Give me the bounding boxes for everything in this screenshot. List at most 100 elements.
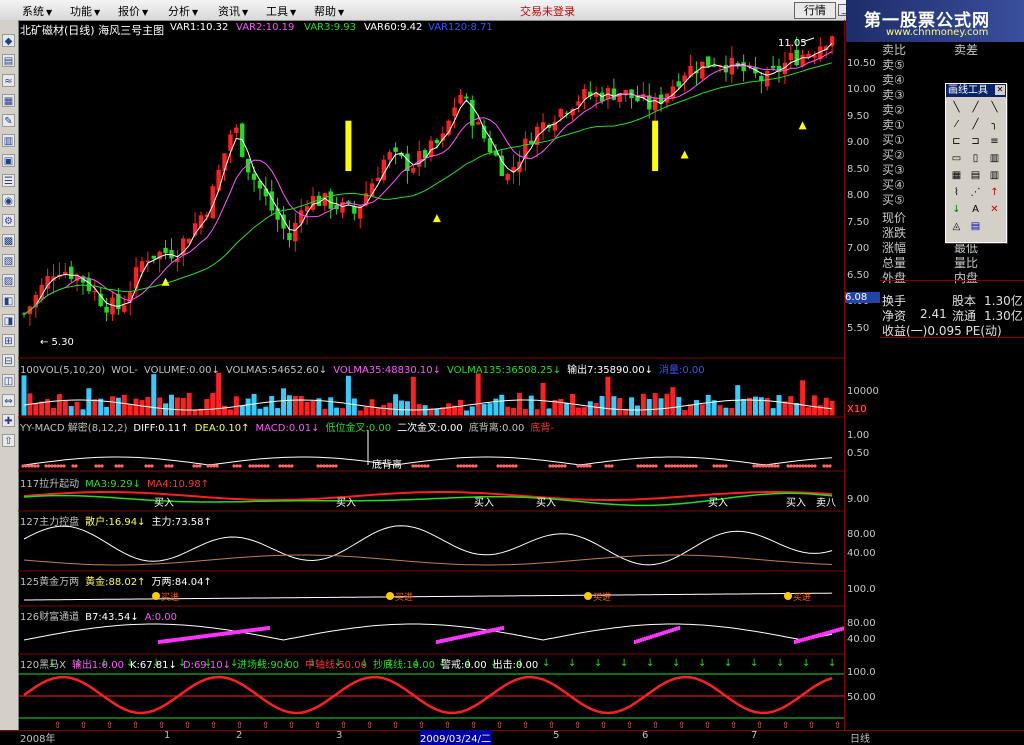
panel-value: B7:43.54↓ <box>85 612 139 623</box>
p7-up-arrow: ⇧ <box>496 721 504 730</box>
remove-icon[interactable]: ⊟ <box>2 354 15 367</box>
split-icon[interactable]: ◧ <box>2 294 15 307</box>
candle-body <box>676 81 681 87</box>
p6-mark <box>814 634 816 639</box>
pattern-icon[interactable]: ▩ <box>2 234 15 247</box>
down-arrow-tool-icon[interactable]: ↓ <box>948 202 965 218</box>
p6-mark <box>232 630 234 635</box>
quote-label: 买③ <box>882 163 905 177</box>
volume-bar <box>570 393 576 416</box>
shape-tool-icon[interactable]: ◬ <box>948 219 965 235</box>
volume-bar <box>575 407 581 416</box>
close-icon[interactable]: ✕ <box>995 85 1005 95</box>
hatch-icon[interactable]: ▨ <box>2 274 15 287</box>
menu-item-2[interactable]: 报价 ▼ <box>118 3 148 19</box>
chevron-down-icon: ▼ <box>338 8 345 17</box>
trend-tool-icon[interactable]: ╱ <box>967 117 984 133</box>
up-icon[interactable]: ⇧ <box>2 434 15 447</box>
target-icon[interactable]: ◉ <box>2 194 15 207</box>
move-icon[interactable]: ✚ <box>2 414 15 427</box>
macd-dot <box>636 464 640 468</box>
pencil-icon[interactable]: ✎ <box>2 114 15 127</box>
period-label[interactable]: 日线 <box>850 730 870 745</box>
rect-tool-icon[interactable]: ▭ <box>948 151 965 167</box>
line-icon[interactable]: ≈ <box>2 74 15 87</box>
delete-tool-icon[interactable]: ✕ <box>986 202 1003 218</box>
box-tool-icon[interactable]: ▯ <box>967 151 984 167</box>
menu-item-5[interactable]: 工具 ▼ <box>266 3 296 19</box>
list-tool-icon[interactable]: ▤ <box>967 219 984 235</box>
list-icon[interactable]: ▤ <box>2 54 15 67</box>
drawing-tools-window[interactable]: 画线工具 ✕ ╲ ╱ ╲ ⁄ ╱ ╮ ⊏ ⊐ ≡ ▭ ▯ ▥ ▦ ▤ ▥ ⌇ ⋰ ↑ ↓ A ✕ ◬ ▤ <box>945 83 1007 243</box>
segment-tool-icon[interactable]: ╲ <box>986 100 1003 116</box>
wave-tool-icon[interactable]: ⌇ <box>948 185 965 201</box>
gear-icon[interactable]: ⚙ <box>2 214 15 227</box>
p6-mark <box>266 626 268 631</box>
text-tool-icon[interactable]: A <box>967 202 984 218</box>
macd-dot <box>426 464 430 468</box>
channel-tool-icon[interactable]: ⊏ <box>948 134 965 150</box>
menu-item-0[interactable]: 系统 ▼ <box>22 3 52 19</box>
parallel-tool-icon[interactable]: ≡ <box>986 134 1003 150</box>
menu-item-6[interactable]: 帮助 ▼ <box>314 3 344 19</box>
indicator-tick: 40.00 <box>847 634 876 645</box>
p7-down-arrow: ↓ <box>620 658 628 669</box>
macd-dot <box>215 464 219 468</box>
panel-icon[interactable]: ◨ <box>2 314 15 327</box>
p6-mark <box>258 627 260 632</box>
macd-dot <box>604 464 608 468</box>
p6-mark <box>482 630 484 635</box>
grid-tool-icon[interactable]: ▦ <box>948 168 965 184</box>
candle-body <box>800 54 805 66</box>
stripe-icon[interactable]: ▧ <box>2 254 15 267</box>
volume-bar <box>475 373 481 416</box>
macd-dot <box>560 464 564 468</box>
up-arrow-tool-icon[interactable]: ↑ <box>986 185 1003 201</box>
macd-dot <box>465 464 469 468</box>
candle-body <box>411 167 416 173</box>
menu-item-1[interactable]: 功能 ▼ <box>70 3 100 19</box>
line-tool-icon[interactable]: ╲ <box>948 100 965 116</box>
swap-icon[interactable]: ⇔ <box>2 394 15 407</box>
panel-value: 出击:0.00 <box>492 660 539 671</box>
volume-bar <box>587 401 593 416</box>
volume-bar <box>652 393 658 416</box>
volume-bar <box>499 394 505 416</box>
fib-tool-icon[interactable]: ▥ <box>986 151 1003 167</box>
blank-tool[interactable] <box>986 219 1003 235</box>
slash-tool-icon[interactable]: ⁄ <box>948 117 965 133</box>
volume-bar <box>481 404 487 416</box>
box-icon[interactable]: ▣ <box>2 154 15 167</box>
volume-bar <box>540 382 546 416</box>
candle-body <box>505 173 510 181</box>
p6-mark <box>198 634 200 639</box>
p7-up-arrow: ⇧ <box>444 721 452 730</box>
macd-dot <box>810 464 814 468</box>
window-icon[interactable]: ◫ <box>2 374 15 387</box>
price-tick: 8.50 <box>847 163 870 175</box>
menu-item-3[interactable]: 分析 ▼ <box>168 3 198 19</box>
panel-value: YY-MACD 解密(8,12,2) <box>20 423 128 434</box>
gann-tool-icon[interactable]: ▤ <box>967 168 984 184</box>
candle-body <box>741 62 746 72</box>
macd-dot <box>610 464 614 468</box>
arc-tool-icon[interactable]: ╮ <box>986 117 1003 133</box>
quote-button[interactable]: 行情 <box>794 2 836 19</box>
p7-up-arrow: ⇧ <box>366 721 374 730</box>
macd-dot <box>642 464 646 468</box>
p6-mark <box>474 631 476 636</box>
cycle-tool-icon[interactable]: ▥ <box>986 168 1003 184</box>
add-icon[interactable]: ⊞ <box>2 334 15 347</box>
main-indicator: VAR1:10.32 <box>170 22 229 33</box>
bracket-tool-icon[interactable]: ⊐ <box>967 134 984 150</box>
grid-icon[interactable]: ▦ <box>2 94 15 107</box>
fan-tool-icon[interactable]: ⋰ <box>967 185 984 201</box>
macd-dot <box>328 464 332 468</box>
candle-body <box>151 255 156 259</box>
menu-icon[interactable]: ☰ <box>2 174 15 187</box>
chart-icon[interactable]: ◆ <box>2 34 15 47</box>
ray-tool-icon[interactable]: ╱ <box>967 100 984 116</box>
table-icon[interactable]: ▥ <box>2 134 15 147</box>
p6-mark <box>634 640 636 644</box>
menu-item-4[interactable]: 资讯 ▼ <box>218 3 248 19</box>
